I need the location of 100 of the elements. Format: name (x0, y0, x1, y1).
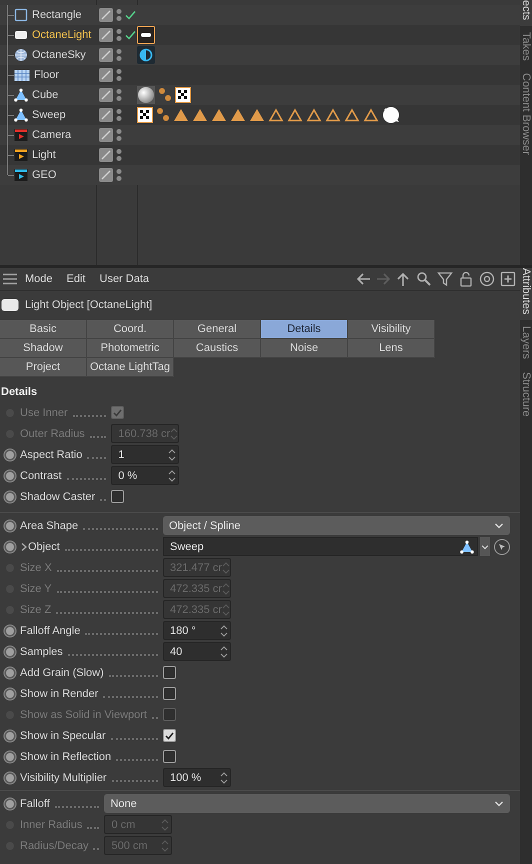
tab[interactable]: Project (0, 358, 87, 377)
side-tab[interactable]: Layers (520, 320, 532, 366)
visibility-dots-icon (116, 8, 122, 22)
triangle-outline-icon (287, 107, 303, 123)
menu-item[interactable]: Mode (18, 269, 60, 289)
triangle-icon (230, 107, 246, 123)
tab[interactable]: Lens (348, 339, 435, 358)
spinner-arrows-icon (222, 602, 230, 616)
spinner-arrows-icon (222, 560, 230, 574)
menu-icon (2, 272, 18, 286)
tab[interactable]: Basic (0, 320, 87, 339)
field-label: Show in Specular (20, 730, 106, 742)
object-name[interactable]: Cube (32, 89, 58, 101)
side-tab[interactable]: Content Browser (520, 66, 532, 161)
target-icon[interactable] (479, 271, 495, 287)
field-value: 180 ° (170, 624, 196, 636)
checkbox[interactable] (162, 687, 176, 700)
checkbox[interactable] (162, 729, 176, 742)
pick-button[interactable] (494, 538, 510, 554)
tab[interactable]: Caustics (174, 339, 261, 358)
tab[interactable]: Details (261, 320, 348, 339)
search-icon[interactable] (416, 271, 432, 287)
chevron-right-icon (20, 542, 28, 552)
object-name[interactable]: Sweep (32, 109, 66, 121)
blob-icon (382, 106, 400, 124)
triangle-vertices-icon (14, 108, 28, 122)
field-label: Show in Reflection (20, 750, 112, 762)
dropdown[interactable]: None (104, 794, 510, 813)
layer-box-icon (99, 68, 113, 82)
field-label: Area Shape (20, 520, 78, 532)
chevron-down-icon (494, 521, 504, 530)
clapperboard-icon (14, 128, 28, 142)
layer-box-icon (99, 28, 113, 42)
number-field[interactable]: 1 (111, 445, 180, 464)
checkbox[interactable] (111, 490, 124, 503)
tab[interactable]: Visibility (348, 320, 435, 339)
object-name[interactable]: OctaneLight (32, 29, 92, 41)
object-name[interactable]: Light (32, 149, 56, 161)
field-label: Inner Radius (20, 818, 82, 830)
lock-icon[interactable] (458, 271, 474, 287)
arrow-left-icon[interactable] (355, 271, 371, 287)
spinner-arrows-icon (220, 644, 228, 658)
tab[interactable]: Photometric (87, 339, 174, 358)
side-tab[interactable]: Attributes (520, 268, 532, 320)
field-label: Contrast (20, 470, 62, 482)
object-name[interactable]: GEO (32, 169, 56, 181)
field-label: Samples (20, 646, 63, 658)
triangle-icon (249, 107, 265, 123)
section-heading: Details (1, 386, 38, 400)
spinner-arrows-icon (170, 426, 178, 440)
number-field[interactable]: 100 % (162, 768, 231, 787)
dropdown-button[interactable] (480, 537, 490, 556)
checkbox[interactable] (162, 666, 176, 679)
globe-icon (14, 48, 28, 62)
object-name[interactable]: Floor (34, 69, 60, 81)
field-label: Show in Render (20, 688, 98, 700)
checkbox[interactable] (162, 750, 176, 763)
menu-item[interactable]: Edit (60, 269, 92, 289)
object-name[interactable]: Camera (32, 129, 72, 141)
tab[interactable]: General (174, 320, 261, 339)
checker-icon (175, 87, 191, 103)
side-tab[interactable]: Takes (520, 26, 532, 67)
link-field[interactable]: Sweep (162, 537, 478, 556)
field-label: Show as Solid in Viewport (20, 708, 147, 720)
clapperboard-icon (14, 148, 28, 162)
side-tab[interactable]: ects (520, 0, 532, 26)
new-panel-icon[interactable] (500, 271, 516, 287)
tab[interactable]: Noise (261, 339, 348, 358)
field-value: 0 % (118, 470, 138, 482)
light-tag-icon (137, 26, 155, 44)
arrow-up-icon[interactable] (395, 271, 411, 287)
side-tab[interactable]: Structure (520, 366, 532, 422)
tab[interactable]: Shadow (0, 339, 87, 358)
clapperboard-icon (14, 168, 28, 182)
layer-box-icon (99, 8, 113, 22)
layer-box-icon (99, 148, 113, 162)
visibility-dots-icon (116, 108, 122, 122)
field-label: Visibility Multiplier (20, 772, 107, 784)
filter-icon[interactable] (437, 271, 453, 287)
field-label: Size Y (20, 582, 52, 594)
tab[interactable]: Octane LightTag (87, 358, 174, 377)
layer-box-icon (99, 108, 113, 122)
spinner-arrows-icon (168, 448, 176, 462)
field-value: 1 (118, 448, 124, 460)
number-field[interactable]: 180 ° (162, 621, 231, 640)
number-field[interactable]: 0 % (111, 466, 180, 485)
spinner-arrows-icon (168, 468, 176, 482)
field-label: Shadow Caster (20, 490, 96, 502)
triangle-outline-icon (363, 107, 379, 123)
cursor-icon (497, 542, 507, 552)
tab[interactable]: Coord. (87, 320, 174, 339)
spinner-arrows-icon (161, 838, 170, 852)
menu-item[interactable]: User Data (92, 269, 156, 289)
checker-icon (137, 107, 153, 123)
number-field[interactable]: 40 (162, 642, 231, 661)
visibility-dots-icon (116, 68, 122, 82)
light-panel-icon (1, 298, 19, 312)
object-name[interactable]: OctaneSky (32, 49, 86, 61)
object-name[interactable]: Rectangle (32, 9, 82, 21)
dropdown[interactable]: Object / Spline (162, 516, 510, 535)
